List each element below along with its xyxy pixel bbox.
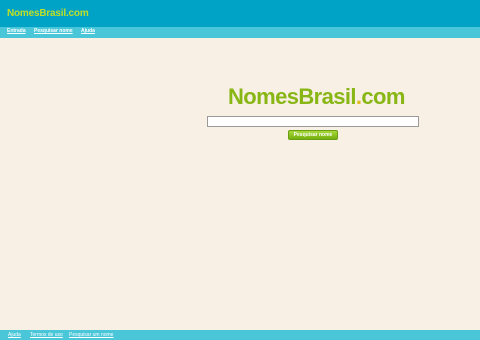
main-logo-name: NomesBrasil xyxy=(228,84,357,109)
footer-link-ajuda[interactable]: Ajuda xyxy=(8,332,21,338)
main-logo: NomesBrasil.com xyxy=(228,84,405,110)
top-header-bar: NomesBrasil.com xyxy=(0,0,480,27)
nav-link-entrada[interactable]: Entrada xyxy=(7,28,26,34)
header-logo-name: NomesBrasil xyxy=(7,8,66,19)
header-logo[interactable]: NomesBrasil.com xyxy=(7,8,89,19)
header-logo-tld: com xyxy=(68,8,89,19)
search-name-button[interactable]: Pesquisar nome xyxy=(288,130,338,140)
nav-link-ajuda[interactable]: Ajuda xyxy=(81,28,95,34)
footer-link-pesquisar-um-nome[interactable]: Pesquisar um nome xyxy=(69,332,113,338)
footer-link-termos-de-uso[interactable]: Termos de uso xyxy=(30,332,63,338)
main-logo-tld: com xyxy=(361,84,405,109)
nav-link-pesquisar-nome[interactable]: Pesquisar nome xyxy=(34,28,73,34)
name-search-input[interactable] xyxy=(207,116,419,127)
nav-bar: Entrada Pesquisar nome Ajuda xyxy=(0,27,480,38)
footer-bar: Ajuda Termos de uso Pesquisar um nome xyxy=(0,330,480,340)
